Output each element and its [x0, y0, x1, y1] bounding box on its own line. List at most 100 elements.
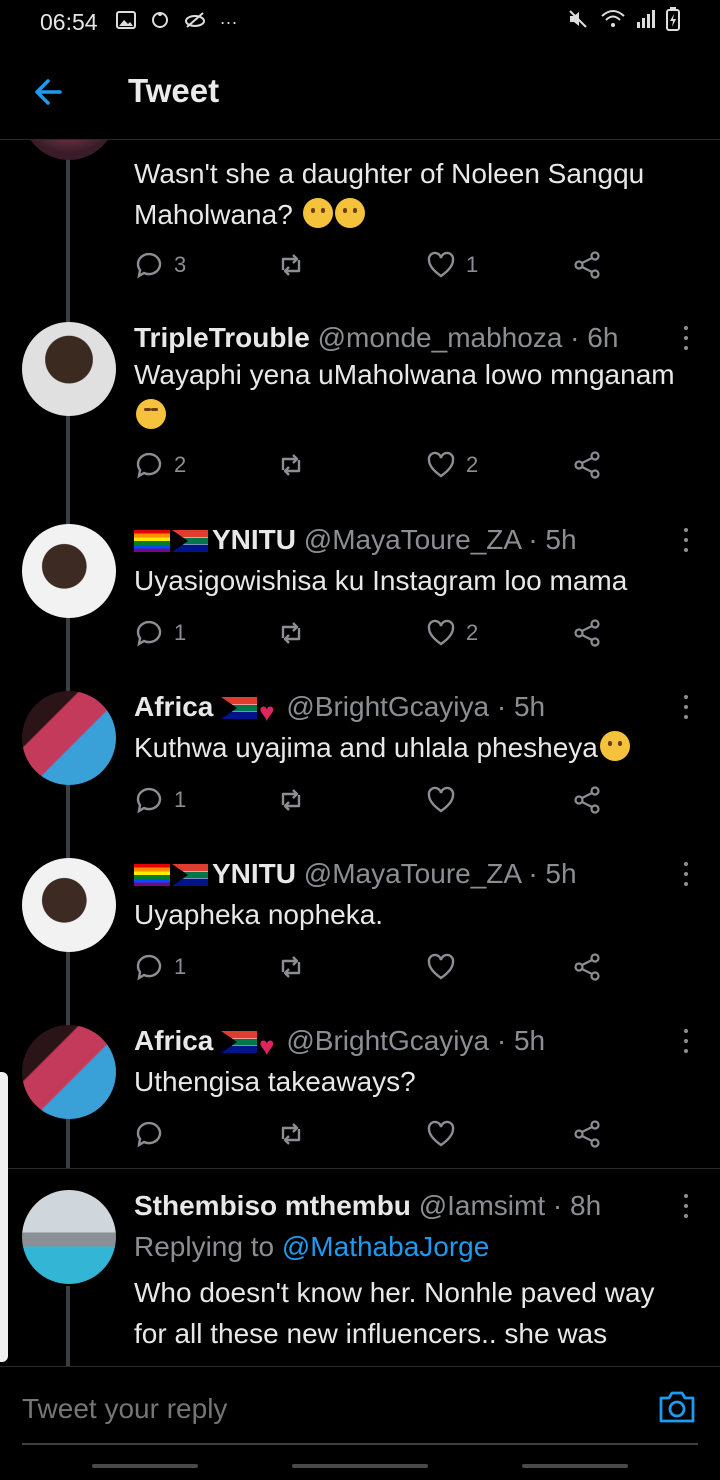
camera-icon[interactable]: [658, 1389, 696, 1425]
like-button[interactable]: [426, 950, 466, 984]
share-button[interactable]: [572, 950, 602, 984]
share-button[interactable]: [572, 248, 602, 282]
share-icon: [574, 786, 600, 814]
avatar[interactable]: [22, 1025, 116, 1119]
retweet-icon: [281, 1123, 301, 1145]
reply-thread[interactable]: Wasn't she a daughter of Noleen Sangqu M…: [0, 140, 720, 1366]
reply-button[interactable]: 1: [134, 950, 186, 984]
display-name[interactable]: Sthembiso mthembu: [134, 1190, 411, 1221]
timestamp: · 5h: [496, 1025, 546, 1056]
retweet-button[interactable]: [276, 448, 316, 482]
tweet-actions: [134, 1117, 614, 1151]
nav-back-button[interactable]: [522, 1464, 628, 1468]
tweet[interactable]: Wasn't she a daughter of Noleen Sangqu M…: [0, 140, 720, 320]
like-button[interactable]: [426, 1117, 466, 1151]
more-options-icon[interactable]: [676, 528, 696, 552]
avatar[interactable]: [22, 691, 116, 785]
back-arrow-icon[interactable]: [30, 74, 66, 110]
username[interactable]: @BrightGcayiya: [286, 691, 489, 722]
like-count: 2: [466, 620, 479, 645]
tweet-actions: 1 2: [134, 616, 614, 650]
tweet[interactable]: Sthembiso mthembu @Iamsimt · 8h Replying…: [0, 1188, 720, 1366]
reply-count: 2: [174, 452, 187, 477]
reply-button[interactable]: 2: [134, 448, 186, 482]
display-name[interactable]: Africa: [134, 691, 213, 722]
display-name[interactable]: Africa: [134, 1025, 213, 1056]
avatar[interactable]: [22, 524, 116, 618]
username[interactable]: @monde_mabhoza: [318, 322, 563, 353]
tweet-text: Wayaphi yena uMaholwana lowo mnganam: [134, 354, 694, 436]
thinking-face-emoji: [334, 198, 365, 228]
reply-input[interactable]: [22, 1393, 622, 1425]
heart-icon: [427, 1120, 455, 1147]
laughing-crying-emoji: [136, 399, 166, 429]
display-name[interactable]: YNITU: [212, 858, 296, 889]
share-button[interactable]: [572, 448, 602, 482]
username[interactable]: @BrightGcayiya: [286, 1025, 489, 1056]
reply-button[interactable]: 3: [134, 248, 186, 282]
reply-button[interactable]: [134, 1117, 174, 1151]
username[interactable]: @MayaToure_ZA: [304, 524, 521, 555]
retweet-icon: [281, 622, 301, 644]
top-app-bar: Tweet: [0, 44, 720, 140]
more-options-icon[interactable]: [676, 326, 696, 350]
tweet-text: Uthengisa takeaways?: [134, 1066, 416, 1097]
like-button[interactable]: 1: [426, 248, 478, 282]
replying-to-mention[interactable]: @MathabaJorge: [282, 1231, 489, 1262]
retweet-button[interactable]: [276, 950, 316, 984]
reply-icon: [136, 620, 162, 647]
reply-icon: [136, 1121, 162, 1148]
thinking-face-emoji: [302, 198, 333, 228]
avatar[interactable]: [22, 322, 116, 416]
username[interactable]: @MayaToure_ZA: [304, 858, 521, 889]
nav-home-button[interactable]: [292, 1464, 428, 1468]
share-button[interactable]: [572, 616, 602, 650]
more-options-icon[interactable]: [676, 1194, 696, 1218]
nav-recents-button[interactable]: [92, 1464, 198, 1468]
avatar[interactable]: [22, 858, 116, 952]
like-button[interactable]: 2: [426, 448, 478, 482]
tweet[interactable]: YNITU @MayaToure_ZA · 5h Uyasigowishisa …: [0, 522, 720, 689]
retweet-button[interactable]: [276, 783, 316, 817]
timestamp: · 6h: [570, 322, 619, 353]
tweet[interactable]: Africa ♥ @BrightGcayiya · 5h Kuthwa uyaj…: [0, 689, 720, 856]
like-button[interactable]: 2: [426, 616, 478, 650]
username[interactable]: @Iamsimt: [419, 1190, 545, 1221]
retweet-button[interactable]: [276, 616, 316, 650]
tweet[interactable]: YNITU @MayaToure_ZA · 5h Uyapheka nophek…: [0, 856, 720, 1023]
tweet-actions: 2 2: [134, 448, 614, 482]
like-count: 1: [466, 252, 479, 277]
more-options-icon[interactable]: [676, 862, 696, 886]
avatar[interactable]: [22, 140, 116, 160]
thinking-face-emoji: [599, 731, 630, 761]
tweet-header: Africa ♥ @BrightGcayiya · 5h: [134, 1025, 545, 1062]
reply-icon: [136, 452, 162, 479]
more-options-icon[interactable]: [676, 695, 696, 719]
avatar[interactable]: [22, 1190, 116, 1284]
heart-icon: [427, 953, 455, 980]
display-name-flags: [134, 530, 208, 552]
reply-count: 1: [174, 787, 187, 812]
display-name-flags: [134, 864, 208, 886]
rainbow-flag-icon: [134, 530, 170, 552]
display-name[interactable]: TripleTrouble: [134, 322, 310, 353]
edge-panel-handle[interactable]: [0, 1072, 8, 1362]
share-button[interactable]: [572, 1117, 602, 1151]
reply-button[interactable]: 1: [134, 616, 186, 650]
reply-button[interactable]: 1: [134, 783, 186, 817]
reply-icon: [136, 252, 162, 279]
wifi-icon: [600, 9, 626, 35]
more-options-icon[interactable]: [676, 1029, 696, 1053]
timestamp: · 5h: [528, 858, 577, 889]
like-button[interactable]: [426, 783, 466, 817]
retweet-button[interactable]: [276, 1117, 316, 1151]
tweet[interactable]: Africa ♥ @BrightGcayiya · 5h Uthengisa t…: [0, 1023, 720, 1168]
share-button[interactable]: [572, 783, 602, 817]
thread-separator: [0, 1168, 720, 1169]
battery-icon: [666, 7, 680, 37]
retweet-button[interactable]: [276, 248, 316, 282]
tweet[interactable]: TripleTrouble @monde_mabhoza · 6h Wayaph…: [0, 320, 720, 522]
tweet-text: Wasn't she a daughter of Noleen Sangqu M…: [134, 153, 694, 235]
display-name[interactable]: YNITU: [212, 524, 296, 555]
retweet-icon: [281, 789, 301, 811]
